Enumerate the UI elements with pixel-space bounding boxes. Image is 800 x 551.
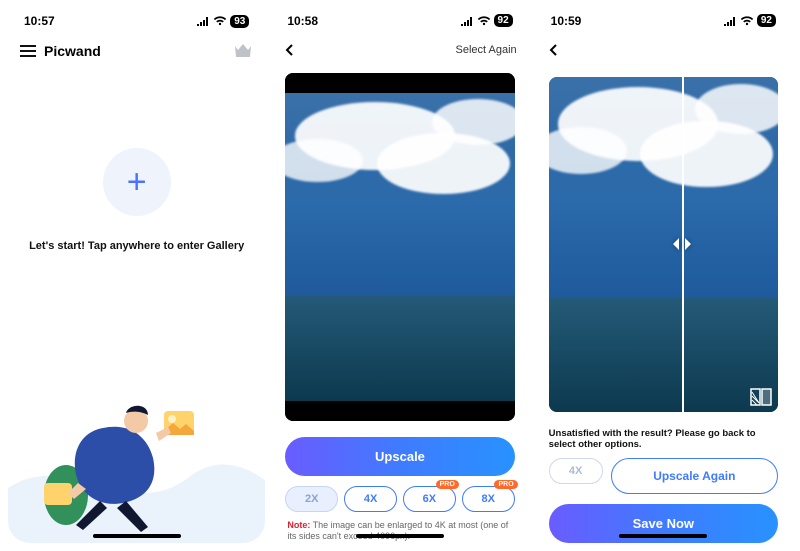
photo bbox=[549, 77, 778, 412]
status-time: 10:59 bbox=[551, 14, 582, 28]
navbar: Select Again bbox=[271, 33, 528, 66]
onboarding-illustration bbox=[8, 373, 265, 543]
photo bbox=[285, 93, 514, 401]
screen-result: 10:59 92 bbox=[535, 8, 792, 543]
chevron-left-icon[interactable] bbox=[283, 43, 297, 57]
plus-icon[interactable]: + bbox=[103, 148, 171, 216]
select-again-link[interactable]: Select Again bbox=[456, 44, 517, 56]
wifi-icon bbox=[477, 16, 491, 26]
pro-badge: PRO bbox=[436, 480, 459, 489]
scale-4x[interactable]: 4X bbox=[344, 486, 397, 512]
status-time: 10:58 bbox=[287, 14, 318, 28]
menu-icon[interactable] bbox=[20, 45, 36, 57]
note-text: Note: The image can be enlarged to 4K at… bbox=[287, 520, 512, 543]
signal-icon bbox=[723, 16, 737, 26]
wifi-icon bbox=[740, 16, 754, 26]
compare-toggle-icon[interactable] bbox=[750, 388, 772, 406]
status-time: 10:57 bbox=[24, 14, 55, 28]
status-bar: 10:58 92 bbox=[271, 8, 528, 33]
note-prefix: Note: bbox=[287, 520, 310, 530]
status-right: 92 bbox=[723, 14, 776, 27]
screen-upscale-select: 10:58 92 Select Again Upscale bbox=[271, 8, 528, 543]
scale-2x[interactable]: 2X bbox=[285, 486, 338, 512]
home-indicator bbox=[356, 534, 444, 538]
app-title: Picwand bbox=[44, 43, 101, 59]
upscale-button[interactable]: Upscale bbox=[285, 437, 514, 476]
wifi-icon bbox=[213, 16, 227, 26]
screen-home: 10:57 93 Picwand + Let's start! Tap anyw… bbox=[8, 8, 265, 543]
compare-handle-icon[interactable] bbox=[669, 231, 695, 257]
result-actions: 4X Upscale Again bbox=[549, 458, 778, 494]
home-indicator bbox=[93, 534, 181, 538]
home-indicator bbox=[619, 534, 707, 538]
scale-6x[interactable]: 6X PRO bbox=[403, 486, 456, 512]
battery-badge: 93 bbox=[230, 15, 249, 28]
compare-preview[interactable] bbox=[549, 77, 778, 412]
start-prompt: Let's start! Tap anywhere to enter Galle… bbox=[29, 240, 244, 252]
status-bar: 10:57 93 bbox=[8, 8, 265, 34]
scale-options: 2X 4X 6X PRO 8X PRO bbox=[285, 486, 514, 512]
crown-icon[interactable] bbox=[233, 43, 253, 59]
scale-6x-label: 6X bbox=[423, 493, 436, 505]
signal-icon bbox=[196, 16, 210, 26]
result-message: Unsatisfied with the result? Please go b… bbox=[549, 428, 778, 450]
status-right: 93 bbox=[196, 15, 249, 28]
chevron-left-icon[interactable] bbox=[547, 43, 561, 57]
navbar: Picwand bbox=[8, 34, 265, 68]
note-body: The image can be enlarged to 4K at most … bbox=[287, 520, 508, 542]
battery-badge: 92 bbox=[757, 14, 776, 27]
image-preview bbox=[285, 73, 514, 421]
scale-8x-label: 8X bbox=[481, 493, 494, 505]
signal-icon bbox=[460, 16, 474, 26]
scale-8x[interactable]: 8X PRO bbox=[462, 486, 515, 512]
pro-badge: PRO bbox=[494, 480, 517, 489]
battery-badge: 92 bbox=[494, 14, 513, 27]
status-bar: 10:59 92 bbox=[535, 8, 792, 34]
upscale-again-button[interactable]: Upscale Again bbox=[611, 458, 778, 494]
navbar bbox=[535, 34, 792, 67]
scale-4x-disabled: 4X bbox=[549, 458, 603, 484]
status-right: 92 bbox=[460, 14, 513, 27]
